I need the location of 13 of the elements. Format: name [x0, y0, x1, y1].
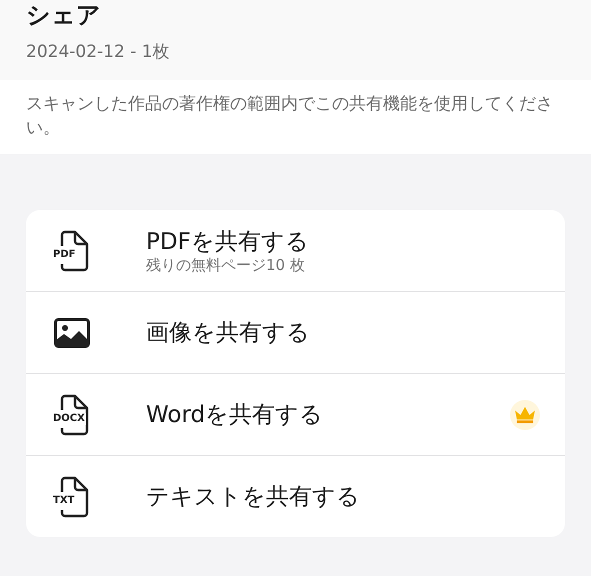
scan-info: 2024-02-12 - 1枚 — [26, 41, 171, 64]
share-option[interactable]: 画像を共有する — [26, 292, 565, 374]
option-label: 画像を共有する — [146, 318, 311, 346]
option-label: Wordを共有する — [146, 400, 324, 428]
share-option[interactable]: DOCX Wordを共有する — [26, 374, 565, 456]
option-detail: 残りの無料ページ10 枚 — [146, 256, 306, 274]
option-label: テキストを共有する — [146, 482, 361, 510]
share-option[interactable]: TXT テキストを共有する — [26, 456, 565, 537]
image-icon — [54, 318, 90, 348]
share-option[interactable]: PDF PDFを共有する 残りの無料ページ10 枚 — [26, 210, 565, 292]
copyright-notice: スキャンした作品の著作権の範囲内でこの共有機能を使用してください。 — [26, 93, 554, 140]
page-title: シェア — [26, 0, 102, 30]
option-label: PDFを共有する — [146, 228, 310, 256]
